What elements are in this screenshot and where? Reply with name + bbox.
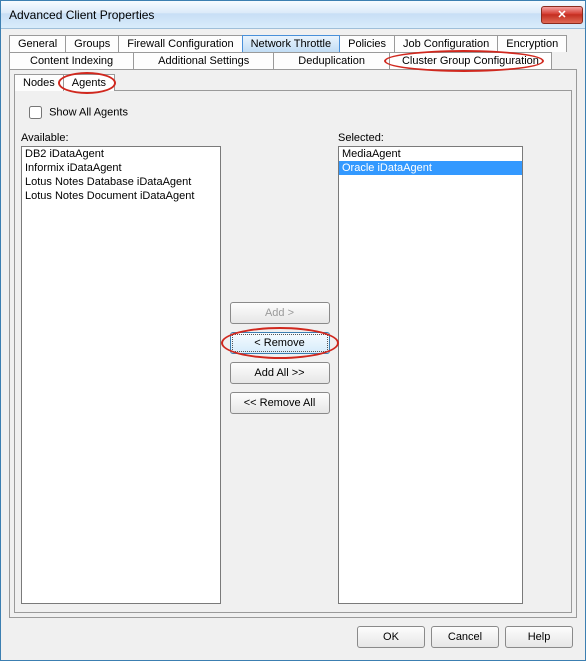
tab-job-configuration[interactable]: Job Configuration xyxy=(394,35,498,52)
list-item[interactable]: Lotus Notes Database iDataAgent xyxy=(22,175,220,189)
tab-policies[interactable]: Policies xyxy=(339,35,395,52)
remove-button[interactable]: < Remove xyxy=(230,332,330,354)
tab-nodes[interactable]: Nodes xyxy=(14,74,64,91)
outer-tab-panel: Nodes Agents Show All Agents Available: … xyxy=(9,69,577,618)
tabs-row-1: General Groups Firewall Configuration Ne… xyxy=(9,35,577,52)
available-listbox[interactable]: DB2 iDataAgentInformix iDataAgentLotus N… xyxy=(21,146,221,604)
list-item[interactable]: DB2 iDataAgent xyxy=(22,147,220,161)
show-all-agents-checkbox[interactable] xyxy=(29,106,42,119)
content-area: General Groups Firewall Configuration Ne… xyxy=(1,29,585,660)
close-icon: ✕ xyxy=(557,8,566,21)
dialog-window: Advanced Client Properties ✕ General Gro… xyxy=(0,0,586,661)
tab-deduplication[interactable]: Deduplication xyxy=(273,52,390,69)
list-item[interactable]: MediaAgent xyxy=(339,147,522,161)
list-item[interactable]: Informix iDataAgent xyxy=(22,161,220,175)
transfer-buttons: Add > < Remove Add All >> << Remove All xyxy=(227,132,332,414)
ok-button[interactable]: OK xyxy=(357,626,425,648)
tab-encryption[interactable]: Encryption xyxy=(497,35,567,52)
cancel-button[interactable]: Cancel xyxy=(431,626,499,648)
show-all-agents-label[interactable]: Show All Agents xyxy=(49,106,128,118)
tab-additional-settings[interactable]: Additional Settings xyxy=(133,52,274,69)
show-all-row: Show All Agents xyxy=(25,103,565,122)
selected-column: Selected: MediaAgentOracle iDataAgent xyxy=(338,132,523,604)
list-item[interactable]: Lotus Notes Document iDataAgent xyxy=(22,189,220,203)
tabs-row-2: Content Indexing Additional Settings Ded… xyxy=(9,52,577,69)
tab-groups[interactable]: Groups xyxy=(65,35,119,52)
list-item[interactable]: Oracle iDataAgent xyxy=(339,161,522,175)
add-all-button[interactable]: Add All >> xyxy=(230,362,330,384)
add-button[interactable]: Add > xyxy=(230,302,330,324)
selected-label: Selected: xyxy=(338,132,523,144)
close-button[interactable]: ✕ xyxy=(541,6,583,24)
transfer-lists: Available: DB2 iDataAgentInformix iDataA… xyxy=(21,132,565,604)
tab-general[interactable]: General xyxy=(9,35,66,52)
tab-cluster-group-configuration[interactable]: Cluster Group Configuration xyxy=(389,52,552,69)
tab-network-throttle[interactable]: Network Throttle xyxy=(242,35,341,52)
tab-agents[interactable]: Agents xyxy=(63,74,115,91)
window-title: Advanced Client Properties xyxy=(9,8,541,22)
tab-firewall-configuration[interactable]: Firewall Configuration xyxy=(118,35,242,52)
inner-tab-panel: Show All Agents Available: DB2 iDataAgen… xyxy=(14,90,572,613)
selected-listbox[interactable]: MediaAgentOracle iDataAgent xyxy=(338,146,523,604)
available-column: Available: DB2 iDataAgentInformix iDataA… xyxy=(21,132,221,604)
remove-all-button[interactable]: << Remove All xyxy=(230,392,330,414)
inner-tabs-row: Nodes Agents xyxy=(14,74,572,91)
tab-content-indexing[interactable]: Content Indexing xyxy=(9,52,134,69)
help-button[interactable]: Help xyxy=(505,626,573,648)
titlebar: Advanced Client Properties ✕ xyxy=(1,1,585,29)
dialog-buttons: OK Cancel Help xyxy=(9,618,577,652)
available-label: Available: xyxy=(21,132,221,144)
